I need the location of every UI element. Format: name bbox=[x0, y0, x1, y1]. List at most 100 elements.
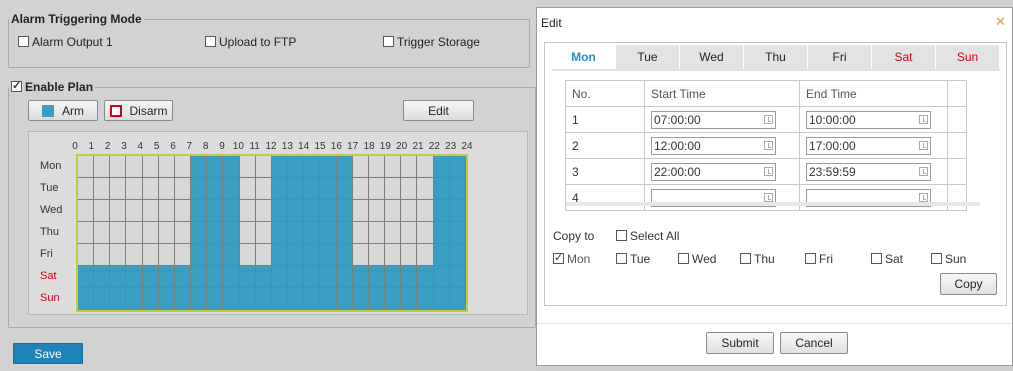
schedule-cell[interactable] bbox=[352, 244, 369, 266]
schedule-cell[interactable] bbox=[191, 156, 208, 178]
alarm-output-1-checkbox[interactable] bbox=[18, 36, 29, 47]
save-button[interactable]: Save bbox=[13, 343, 83, 364]
schedule-cell[interactable] bbox=[352, 266, 369, 288]
schedule-cell[interactable] bbox=[78, 244, 95, 266]
copy-day-sun[interactable]: Sun bbox=[931, 252, 966, 266]
start-time-input[interactable]: 12:00:00 bbox=[651, 136, 776, 155]
schedule-cell[interactable] bbox=[385, 156, 402, 178]
copy-day-checkbox[interactable] bbox=[678, 253, 689, 264]
schedule-cell[interactable] bbox=[126, 178, 143, 200]
schedule-cell[interactable] bbox=[320, 178, 337, 200]
schedule-cell[interactable] bbox=[401, 266, 418, 288]
schedule-cell[interactable] bbox=[94, 244, 111, 266]
schedule-cell[interactable] bbox=[94, 178, 111, 200]
schedule-cell[interactable] bbox=[158, 156, 175, 178]
schedule-cell[interactable] bbox=[126, 244, 143, 266]
tab-thu[interactable]: Thu bbox=[744, 45, 808, 69]
copy-day-checkbox[interactable] bbox=[553, 251, 564, 264]
schedule-cell[interactable] bbox=[304, 244, 321, 266]
schedule-cell[interactable] bbox=[126, 266, 143, 288]
end-time-input[interactable]: 17:00:00 bbox=[806, 136, 931, 155]
schedule-cell[interactable] bbox=[78, 156, 95, 178]
schedule-cell[interactable] bbox=[304, 156, 321, 178]
trigger-storage-checkbox[interactable] bbox=[383, 36, 394, 47]
schedule-cell[interactable] bbox=[433, 266, 450, 288]
copy-day-wed[interactable]: Wed bbox=[678, 252, 716, 266]
tab-fri[interactable]: Fri bbox=[808, 45, 872, 69]
schedule-cell[interactable] bbox=[271, 266, 289, 288]
clock-icon[interactable] bbox=[919, 141, 928, 150]
schedule-cell[interactable] bbox=[304, 200, 321, 222]
tab-sun[interactable]: Sun bbox=[936, 45, 1000, 69]
schedule-cell[interactable] bbox=[142, 244, 159, 266]
select-all-checkbox[interactable] bbox=[616, 230, 627, 241]
schedule-cell[interactable] bbox=[78, 178, 95, 200]
schedule-cell[interactable] bbox=[304, 178, 321, 200]
schedule-cell[interactable] bbox=[207, 156, 224, 178]
schedule-cell[interactable] bbox=[223, 244, 240, 266]
schedule-cell[interactable] bbox=[288, 266, 305, 288]
schedule-cell[interactable] bbox=[368, 200, 386, 222]
schedule-cell[interactable] bbox=[449, 266, 466, 288]
schedule-cell[interactable] bbox=[255, 244, 272, 266]
schedule-cell[interactable] bbox=[352, 156, 369, 178]
schedule-cell[interactable] bbox=[449, 178, 466, 200]
schedule-cell[interactable] bbox=[94, 288, 111, 310]
schedule-cell[interactable] bbox=[433, 288, 450, 310]
schedule-cell[interactable] bbox=[207, 288, 224, 310]
schedule-cell[interactable] bbox=[110, 266, 127, 288]
schedule-cell[interactable] bbox=[94, 156, 111, 178]
schedule-cell[interactable] bbox=[336, 288, 353, 310]
schedule-cell[interactable] bbox=[158, 178, 175, 200]
start-time-input[interactable]: 22:00:00 bbox=[651, 162, 776, 181]
schedule-cell[interactable] bbox=[239, 244, 256, 266]
schedule-cell[interactable] bbox=[271, 178, 289, 200]
schedule-cell[interactable] bbox=[368, 156, 386, 178]
schedule-cell[interactable] bbox=[207, 266, 224, 288]
schedule-cell[interactable] bbox=[336, 200, 353, 222]
schedule-cell[interactable] bbox=[110, 178, 127, 200]
schedule-cell[interactable] bbox=[110, 244, 127, 266]
schedule-cell[interactable] bbox=[417, 288, 434, 310]
schedule-cell[interactable] bbox=[320, 266, 337, 288]
schedule-cell[interactable] bbox=[271, 156, 289, 178]
schedule-cell[interactable] bbox=[126, 222, 143, 244]
schedule-cell[interactable] bbox=[126, 200, 143, 222]
schedule-cell[interactable] bbox=[417, 244, 434, 266]
clock-icon[interactable] bbox=[764, 115, 773, 124]
schedule-cell[interactable] bbox=[174, 200, 192, 222]
schedule-cell[interactable] bbox=[385, 222, 402, 244]
schedule-cell[interactable] bbox=[336, 266, 353, 288]
schedule-cell[interactable] bbox=[239, 200, 256, 222]
schedule-cell[interactable] bbox=[174, 156, 192, 178]
schedule-cell[interactable] bbox=[207, 222, 224, 244]
schedule-cell[interactable] bbox=[433, 222, 450, 244]
enable-plan-legend[interactable]: Enable Plan bbox=[9, 79, 95, 94]
schedule-cell[interactable] bbox=[368, 266, 386, 288]
close-icon[interactable]: ✕ bbox=[995, 14, 1006, 30]
copy-day-checkbox[interactable] bbox=[740, 253, 751, 264]
copy-day-mon[interactable]: Mon bbox=[553, 251, 590, 266]
enable-plan-checkbox[interactable] bbox=[11, 79, 22, 92]
schedule-cell[interactable] bbox=[207, 244, 224, 266]
schedule-cell[interactable] bbox=[223, 178, 240, 200]
schedule-cell[interactable] bbox=[110, 200, 127, 222]
schedule-cell[interactable] bbox=[352, 222, 369, 244]
clock-icon[interactable] bbox=[919, 115, 928, 124]
schedule-cell[interactable] bbox=[255, 156, 272, 178]
schedule-cell[interactable] bbox=[401, 200, 418, 222]
schedule-cell[interactable] bbox=[94, 200, 111, 222]
schedule-cell[interactable] bbox=[255, 266, 272, 288]
schedule-cell[interactable] bbox=[401, 222, 418, 244]
schedule-cell[interactable] bbox=[207, 200, 224, 222]
submit-button[interactable]: Submit bbox=[706, 332, 774, 354]
schedule-cell[interactable] bbox=[288, 288, 305, 310]
schedule-cell[interactable] bbox=[449, 200, 466, 222]
schedule-cell[interactable] bbox=[223, 266, 240, 288]
schedule-cell[interactable] bbox=[433, 178, 450, 200]
arm-button[interactable]: Arm bbox=[28, 100, 98, 121]
schedule-cell[interactable] bbox=[142, 288, 159, 310]
schedule-cell[interactable] bbox=[223, 156, 240, 178]
schedule-cell[interactable] bbox=[142, 156, 159, 178]
select-all-option[interactable]: Select All bbox=[616, 229, 679, 243]
